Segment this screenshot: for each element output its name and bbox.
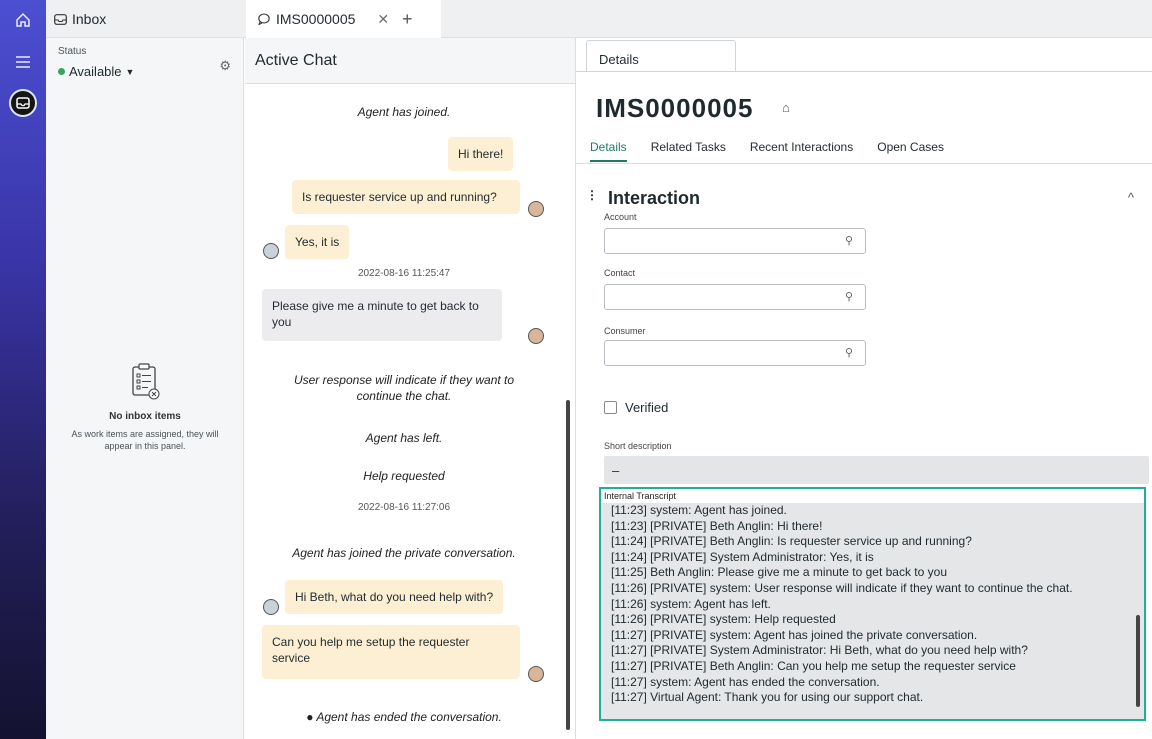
transcript-line: [11:27] [PRIVATE] system: Agent has join…: [611, 627, 978, 642]
transcript-line: [11:26] system: Agent has left.: [611, 596, 771, 611]
agent-avatar: [263, 599, 279, 615]
subtab-open-cases[interactable]: Open Cases: [877, 140, 944, 162]
subtab-details[interactable]: Details: [590, 140, 627, 162]
chat-bubble-icon: [258, 13, 270, 25]
tab-inbox-label: Inbox: [72, 11, 107, 27]
transcript-line: [11:27] Virtual Agent: Thank you for usi…: [611, 690, 924, 705]
details-panel: Details IMS0000005 ⌂ Details Related Tas…: [575, 38, 1152, 739]
transcript-line: [11:24] [PRIVATE] System Administrator: …: [611, 549, 874, 564]
record-title: IMS0000005: [596, 93, 754, 123]
transcript-line: [11:23] [PRIVATE] Beth Anglin: Hi there!: [611, 518, 823, 533]
message-bubble: Please give me a minute to get back to y…: [262, 289, 502, 341]
chat-panel: Active Chat Agent has joined. Hi there! …: [245, 38, 575, 739]
inbox-icon: [54, 13, 67, 25]
system-message: ● Agent has ended the conversation.: [245, 709, 563, 725]
internal-transcript-label: Internal Transcript: [604, 491, 677, 501]
chat-title: Active Chat: [245, 38, 575, 84]
message-bubble: Yes, it is: [285, 225, 350, 259]
transcript-line: [11:26] [PRIVATE] system: User response …: [611, 580, 1073, 595]
drag-handle-icon[interactable]: ⋮: [586, 188, 598, 209]
clipboard-icon: [131, 363, 160, 400]
consumer-label: Consumer: [604, 326, 646, 336]
divider: [576, 163, 1152, 164]
left-rail: [0, 0, 46, 739]
transcript-line: [11:27] system: Agent has ended the conv…: [611, 674, 880, 689]
chat-messages[interactable]: Agent has joined. Hi there! Is requester…: [245, 84, 563, 739]
search-icon[interactable]: ⚲: [845, 290, 853, 303]
tab-inbox[interactable]: Inbox: [54, 0, 106, 38]
section-title: Interaction: [608, 188, 701, 208]
user-avatar: [528, 201, 544, 217]
transcript-line: [11:25] Beth Anglin: Please give me a mi…: [611, 565, 947, 580]
transcript-line: [11:24] [PRIVATE] Beth Anglin: Is reques…: [611, 534, 972, 549]
tag-icon[interactable]: ⌂: [782, 100, 790, 115]
home-icon[interactable]: [11, 8, 35, 32]
subtab-related-tasks[interactable]: Related Tasks: [651, 140, 726, 162]
timestamp: 2022-08-16 11:27:06: [357, 502, 451, 513]
message-bubble: Is requester service up and running?: [292, 180, 520, 214]
close-icon[interactable]: ✕: [377, 11, 389, 28]
contact-label: Contact: [604, 268, 636, 278]
status-label: Status: [58, 46, 87, 57]
user-avatar: [528, 328, 544, 344]
empty-state: No inbox items As work items are assigne…: [46, 363, 244, 452]
tab-chat-label: IMS0000005: [276, 11, 356, 27]
verified-checkbox[interactable]: Verified: [604, 400, 668, 415]
account-label: Account: [604, 212, 637, 222]
message-bubble: Hi there!: [448, 137, 514, 171]
available-dot-icon: [58, 68, 65, 75]
system-message: Agent has joined the private conversatio…: [292, 546, 516, 560]
transcript-line: [11:26] [PRIVATE] system: Help requested: [611, 612, 836, 627]
empty-text: As work items are assigned, they will ap…: [71, 429, 219, 451]
transcript-line: [11:27] [PRIVATE] System Administrator: …: [611, 643, 1028, 658]
status-dropdown[interactable]: Available ▼: [58, 64, 134, 79]
message-bubble: Can you help me setup the requester serv…: [262, 625, 520, 679]
collapse-icon[interactable]: ^: [1128, 190, 1134, 205]
inbox-panel: Status Available ▼ ⚙ No inbox items As w…: [46, 38, 244, 739]
verified-label: Verified: [625, 400, 669, 415]
message-bubble: Hi Beth, what do you need help with?: [285, 580, 504, 614]
tab-bar: Inbox IMS0000005 ✕ +: [46, 0, 1152, 38]
system-message: User response will indicate if they want…: [293, 373, 515, 403]
account-field[interactable]: ⚲: [604, 228, 866, 254]
search-icon[interactable]: ⚲: [845, 346, 853, 359]
transcript-scrollbar[interactable]: [1136, 615, 1140, 707]
short-description-field[interactable]: –: [604, 456, 1149, 484]
system-message: Help requested: [363, 469, 445, 483]
timestamp: 2022-08-16 11:25:47: [357, 268, 451, 279]
inbox-workspace-icon[interactable]: [9, 89, 37, 117]
agent-avatar: [263, 243, 279, 259]
system-message: Agent has left.: [365, 431, 443, 445]
list-icon[interactable]: [11, 50, 35, 74]
add-tab-button[interactable]: +: [402, 9, 413, 30]
caret-down-icon: ▼: [125, 66, 135, 77]
transcript-line: [11:23] system: Agent has joined.: [611, 503, 787, 517]
transcript-text[interactable]: [11:23] system: Agent has joined. [11:23…: [601, 503, 1144, 719]
transcript-line: [11:27] [PRIVATE] Beth Anglin: Can you h…: [611, 658, 1016, 673]
gear-icon[interactable]: ⚙: [219, 58, 231, 74]
internal-transcript[interactable]: Internal Transcript [11:23] system: Agen…: [599, 487, 1146, 721]
status-value: Available: [69, 64, 122, 79]
empty-title: No inbox items: [109, 411, 181, 422]
checkbox-box[interactable]: [604, 401, 617, 414]
chat-scrollbar[interactable]: [566, 400, 570, 730]
speech-bubble-icon: ●: [306, 710, 314, 724]
search-icon[interactable]: ⚲: [845, 234, 853, 247]
system-message-text: Agent has ended the conversation.: [316, 710, 502, 724]
consumer-field[interactable]: ⚲: [604, 340, 866, 366]
section-header: ⋮ Interaction: [586, 188, 700, 209]
subtab-recent-interactions[interactable]: Recent Interactions: [750, 140, 853, 162]
short-description-label: Short description: [604, 441, 672, 451]
subtabs: Details Related Tasks Recent Interaction…: [590, 140, 944, 162]
tab-details[interactable]: Details: [586, 40, 736, 72]
user-avatar: [528, 666, 544, 682]
divider: [576, 71, 1152, 72]
contact-field[interactable]: ⚲: [604, 284, 866, 310]
system-message: Agent has joined.: [357, 105, 451, 119]
